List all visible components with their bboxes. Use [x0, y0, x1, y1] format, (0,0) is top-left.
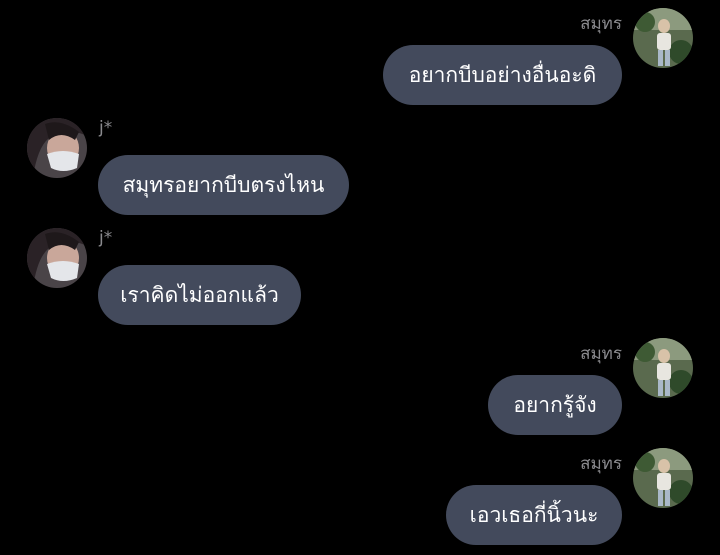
sender-name: j* — [99, 118, 113, 138]
sender-name: สมุทร — [580, 344, 622, 364]
avatar-photo-icon — [27, 118, 87, 178]
message-bubble[interactable]: อยากบีบอย่างอื่นอะดิ — [383, 45, 622, 105]
avatar-photo-icon — [633, 338, 693, 398]
sender-name: สมุทร — [580, 14, 622, 34]
avatar-photo-icon — [633, 448, 693, 508]
message-text: อยากรู้จัง — [513, 392, 597, 417]
avatar[interactable] — [27, 228, 87, 288]
message-bubble[interactable]: เราคิดไม่ออกแล้ว — [98, 265, 301, 325]
avatar-photo-icon — [27, 228, 87, 288]
message-text: สมุทรอยากบีบตรงไหน — [122, 172, 325, 197]
sender-name: j* — [99, 228, 113, 248]
sender-name: สมุทร — [580, 454, 622, 474]
message-bubble[interactable]: อยากรู้จัง — [488, 375, 622, 435]
avatar[interactable] — [633, 448, 693, 508]
message-text: เอวเธอกี่นิ้วนะ — [469, 502, 599, 527]
avatar[interactable] — [633, 8, 693, 68]
avatar[interactable] — [633, 338, 693, 398]
message-bubble[interactable]: สมุทรอยากบีบตรงไหน — [98, 155, 349, 215]
message-text: อยากบีบอย่างอื่นอะดิ — [408, 62, 597, 87]
message-text: เราคิดไม่ออกแล้ว — [120, 282, 279, 307]
avatar[interactable] — [27, 118, 87, 178]
message-bubble[interactable]: เอวเธอกี่นิ้วนะ — [446, 485, 622, 545]
avatar-photo-icon — [633, 8, 693, 68]
